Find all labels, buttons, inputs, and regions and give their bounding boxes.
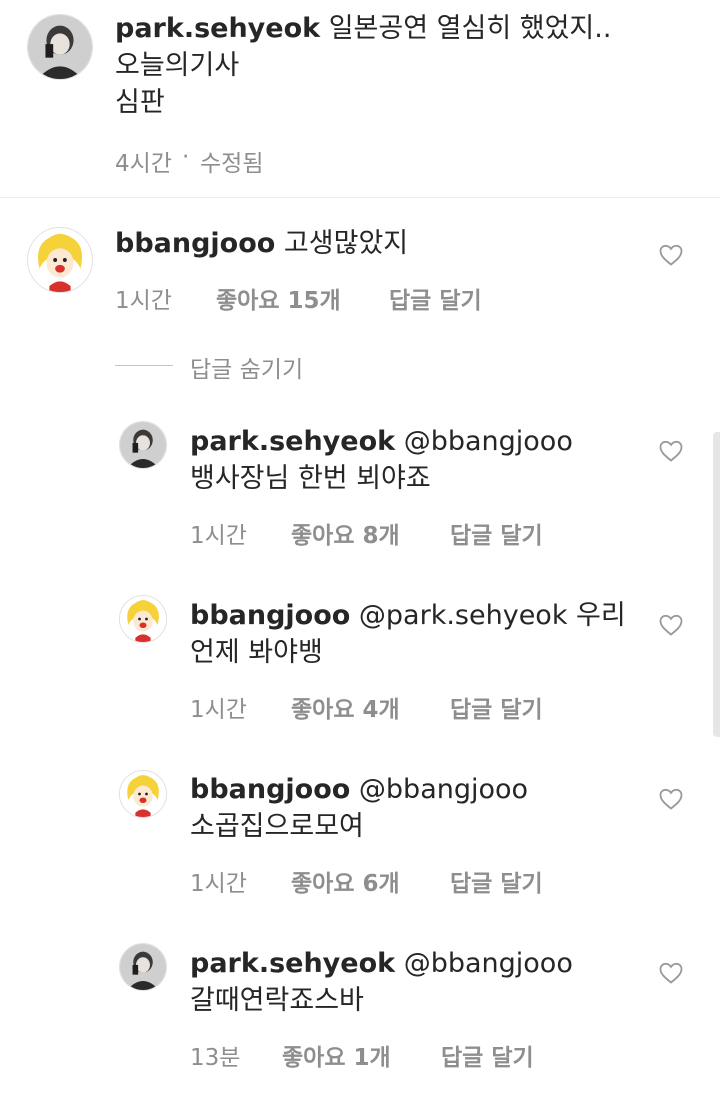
caption-line-1: 일본공연 열심히 했었지.. <box>328 13 612 44</box>
caption-meta: 4시간 · 수정됨 <box>115 144 415 177</box>
reply-meta: 1시간 좋아요 6개 답글 달기 <box>190 864 610 897</box>
reply-reply-button[interactable]: 답글 달기 <box>441 1038 534 1072</box>
reply-time: 1시간 <box>190 523 247 549</box>
caption-text: park.sehyeok 일본공연 열심히 했었지.. 오늘의기사 심판 <box>115 10 685 121</box>
reply-mention[interactable]: @park.sehyeok 우리 <box>359 600 626 631</box>
comment-meta: 1시간 좋아요 15개 답글 달기 <box>115 281 535 314</box>
caption-edited: 수정됨 <box>200 151 264 177</box>
reply-body: 뱅사장님 한번 뵈야죠 <box>190 463 431 494</box>
caption-username[interactable]: park.sehyeok <box>115 13 320 44</box>
reply-mention[interactable]: @bbangjooo <box>404 426 573 457</box>
reply-text: park.sehyeok @bbangjooo 갈때연락죠스바 <box>190 945 640 1019</box>
comment-username[interactable]: bbangjooo <box>115 228 275 259</box>
reply-meta: 1시간 좋아요 8개 답글 달기 <box>190 516 610 549</box>
reply-text: bbangjooo @park.sehyeok 우리 언제 봐야뱅 <box>190 597 640 671</box>
reply-reply-button[interactable]: 답글 달기 <box>450 690 543 724</box>
heart-outline-icon[interactable] <box>659 962 683 984</box>
comment-time: 1시간 <box>115 288 172 314</box>
reply-meta: 13분 좋아요 1개 답글 달기 <box>190 1038 610 1071</box>
caption-divider <box>0 197 720 198</box>
heart-outline-icon[interactable] <box>659 614 683 636</box>
reply-username[interactable]: park.sehyeok <box>190 948 395 979</box>
reply-likes[interactable]: 좋아요 6개 <box>291 864 400 898</box>
caption-time: 4시간 <box>115 151 172 177</box>
reply-likes[interactable]: 좋아요 4개 <box>291 690 400 724</box>
reply-mention[interactable]: @bbangjooo <box>404 948 573 979</box>
comment-text: bbangjooo 고생많았지 <box>115 225 635 262</box>
reply-likes[interactable]: 좋아요 8개 <box>291 516 400 550</box>
comment-likes[interactable]: 좋아요 15개 <box>216 281 341 315</box>
heart-outline-icon[interactable] <box>659 440 683 462</box>
scrollbar[interactable] <box>713 432 720 737</box>
reply-text: bbangjooo @bbangjooo 소곱집으로모여 <box>190 771 640 845</box>
avatar-bbangjooo[interactable] <box>119 595 167 643</box>
avatar-park-sehyeok[interactable] <box>27 14 93 80</box>
reply-likes[interactable]: 좋아요 1개 <box>282 1038 391 1072</box>
post-caption: park.sehyeok 일본공연 열심히 했었지.. 오늘의기사 심판 4시간… <box>0 0 720 197</box>
reply-reply-button[interactable]: 답글 달기 <box>450 516 543 550</box>
reply-reply-button[interactable]: 답글 달기 <box>450 864 543 898</box>
avatar-bbangjooo[interactable] <box>27 227 93 293</box>
reply-body: 갈때연락죠스바 <box>190 985 364 1016</box>
caption-line-3: 심판 <box>115 87 165 118</box>
hide-replies-line <box>115 365 173 366</box>
reply-username[interactable]: bbangjooo <box>190 600 350 631</box>
reply-meta: 1시간 좋아요 4개 답글 달기 <box>190 690 610 723</box>
reply-time: 13분 <box>190 1045 241 1071</box>
avatar-park-sehyeok[interactable] <box>119 943 167 991</box>
reply-mention[interactable]: @bbangjooo <box>359 774 528 805</box>
reply-time: 1시간 <box>190 871 247 897</box>
reply-body: 소곱집으로모여 <box>190 811 364 842</box>
comment-reply-button[interactable]: 답글 달기 <box>389 281 482 315</box>
reply-time: 1시간 <box>190 697 247 723</box>
reply-text: park.sehyeok @bbangjooo 뱅사장님 한번 뵈야죠 <box>190 423 640 497</box>
meta-separator: · <box>182 144 190 170</box>
heart-outline-icon[interactable] <box>659 788 683 810</box>
avatar-bbangjooo[interactable] <box>119 770 167 818</box>
reply-body: 언제 봐야뱅 <box>190 637 323 668</box>
reply-username[interactable]: bbangjooo <box>190 774 350 805</box>
reply-username[interactable]: park.sehyeok <box>190 426 395 457</box>
hide-replies-button[interactable]: 답글 숨기기 <box>190 350 303 384</box>
heart-outline-icon[interactable] <box>659 244 683 266</box>
caption-line-2: 오늘의기사 <box>115 50 240 81</box>
comment-body: 고생많았지 <box>283 228 409 259</box>
avatar-park-sehyeok[interactable] <box>119 421 167 469</box>
